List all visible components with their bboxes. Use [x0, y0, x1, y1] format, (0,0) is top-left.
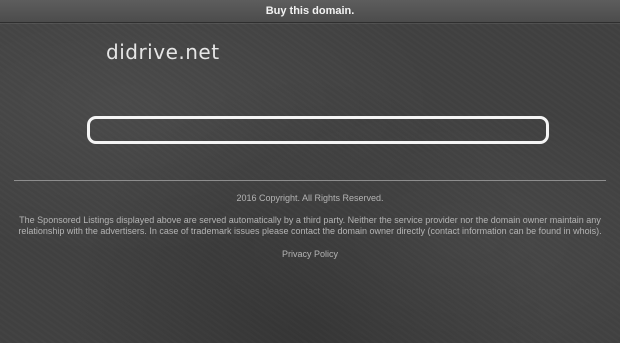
domain-title: didrive.net — [106, 40, 220, 64]
privacy-policy-link[interactable]: Privacy Policy — [282, 249, 338, 260]
buy-domain-bar[interactable]: Buy this domain. — [0, 0, 620, 23]
search-input[interactable] — [87, 116, 549, 144]
footer-divider — [14, 180, 606, 181]
buy-domain-link[interactable]: Buy this domain. — [266, 0, 355, 22]
copyright-text: 2016 Copyright. All Rights Reserved. — [236, 193, 384, 203]
sponsored-listings-disclaimer: The Sponsored Listings displayed above a… — [18, 215, 602, 236]
footer: 2016 Copyright. All Rights Reserved. The… — [14, 193, 606, 260]
